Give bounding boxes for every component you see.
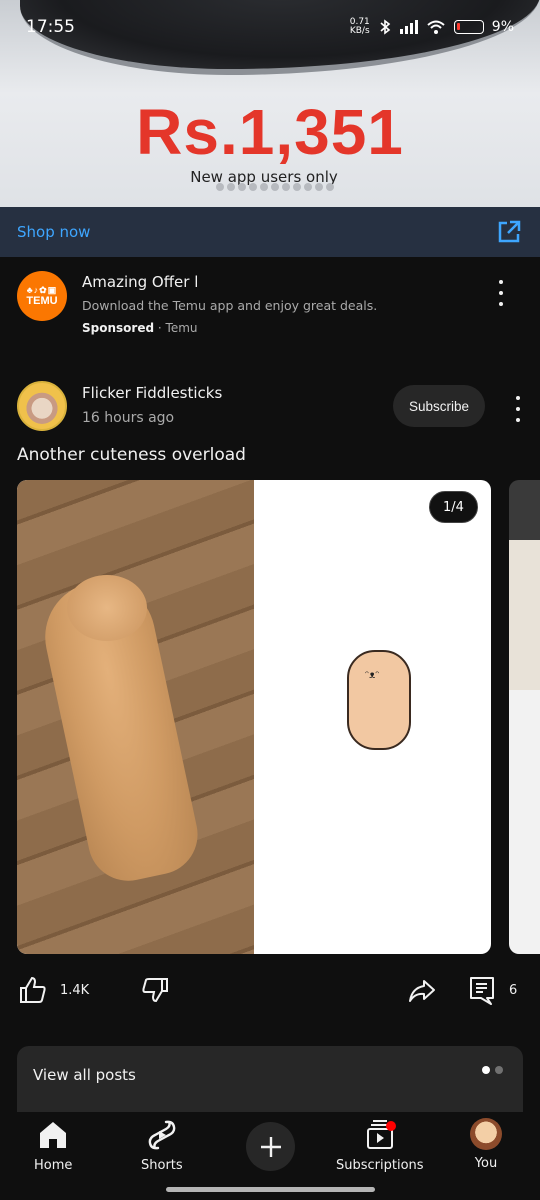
status-bar: 17:55 0.71 KB/s 9% xyxy=(0,0,540,54)
post-time: 16 hours ago xyxy=(82,410,175,426)
home-icon xyxy=(40,1122,67,1148)
nav-you-label: You xyxy=(474,1156,498,1171)
sponsored-ad-row[interactable]: ♣♪✿▣ TEMU Amazing Offer l Download the T… xyxy=(0,257,540,357)
nav-subscriptions[interactable]: Subscriptions xyxy=(336,1118,424,1173)
status-icons: 0.71 KB/s 9% xyxy=(350,18,514,36)
shorts-icon xyxy=(148,1120,176,1150)
ad-meta: Sponsored · Temu xyxy=(82,321,198,335)
nav-home[interactable]: Home xyxy=(34,1118,72,1173)
ad-description: Download the Temu app and enjoy great de… xyxy=(82,298,378,313)
shop-now-bar[interactable]: Shop now xyxy=(0,207,540,257)
share-button[interactable] xyxy=(407,975,437,1005)
bluetooth-icon xyxy=(380,19,391,35)
wifi-icon xyxy=(427,20,445,34)
advertiser-name: Temu xyxy=(165,321,198,335)
ad-title: Amazing Offer l xyxy=(82,273,199,291)
plus-icon xyxy=(260,1136,281,1157)
cat-photo xyxy=(17,480,254,954)
like-count: 1.4K xyxy=(60,982,90,998)
ad-slide-dots xyxy=(216,183,334,191)
thumbs-down-icon xyxy=(142,978,168,1003)
shop-now-link[interactable]: Shop now xyxy=(17,223,90,241)
sponsored-label: Sponsored xyxy=(82,321,155,335)
nav-home-label: Home xyxy=(34,1158,73,1173)
comment-count: 6 xyxy=(509,982,518,998)
nav-shorts-label: Shorts xyxy=(141,1158,183,1173)
create-button[interactable] xyxy=(246,1122,295,1171)
view-all-posts-label: View all posts xyxy=(33,1066,136,1084)
cat-drawing: ᵔᴥᵔ xyxy=(347,650,411,750)
battery-icon xyxy=(453,20,484,34)
post-text: Another cuteness overload xyxy=(17,445,246,465)
thumbs-up-icon xyxy=(20,976,46,1003)
nav-subscriptions-label: Subscriptions xyxy=(336,1158,424,1173)
ad-price: Rs.1,351 xyxy=(136,96,404,168)
temu-logo-text: TEMU xyxy=(26,295,58,307)
subscriptions-icon xyxy=(366,1120,396,1149)
notification-dot xyxy=(385,1121,396,1131)
post-more-options-icon[interactable] xyxy=(514,396,522,422)
image-counter: 1/4 xyxy=(429,491,478,523)
comments-button[interactable]: 6 xyxy=(467,975,517,1005)
signal-icon xyxy=(399,20,418,34)
temu-logo[interactable]: ♣♪✿▣ TEMU xyxy=(17,271,67,321)
view-all-posts-card[interactable]: View all posts xyxy=(17,1046,523,1112)
nav-shorts[interactable]: Shorts xyxy=(141,1118,183,1173)
network-speed: 0.71 KB/s xyxy=(349,17,370,36)
battery-percent: 9% xyxy=(491,19,514,35)
dislike-button[interactable] xyxy=(140,975,170,1005)
like-button[interactable]: 1.4K xyxy=(18,975,89,1005)
channel-avatar[interactable] xyxy=(17,381,67,431)
ad-more-options-icon[interactable] xyxy=(497,280,505,306)
next-image-preview[interactable] xyxy=(509,480,540,954)
subscribe-button[interactable]: Subscribe xyxy=(393,385,485,427)
home-indicator xyxy=(166,1187,375,1192)
meta-separator: · xyxy=(157,321,162,335)
nav-you[interactable]: You xyxy=(470,1118,502,1171)
share-icon xyxy=(409,980,435,1002)
post-actions: 1.4K 6 xyxy=(0,975,540,1019)
channel-name[interactable]: Flicker Fiddlesticks xyxy=(82,384,222,402)
comment-icon xyxy=(470,977,494,1005)
post-image-carousel[interactable]: ᵔᴥᵔ xyxy=(17,480,491,954)
profile-avatar xyxy=(470,1118,502,1150)
view-all-page-dots xyxy=(482,1066,503,1074)
status-time: 17:55 xyxy=(26,17,75,37)
external-link-icon[interactable] xyxy=(496,219,522,245)
